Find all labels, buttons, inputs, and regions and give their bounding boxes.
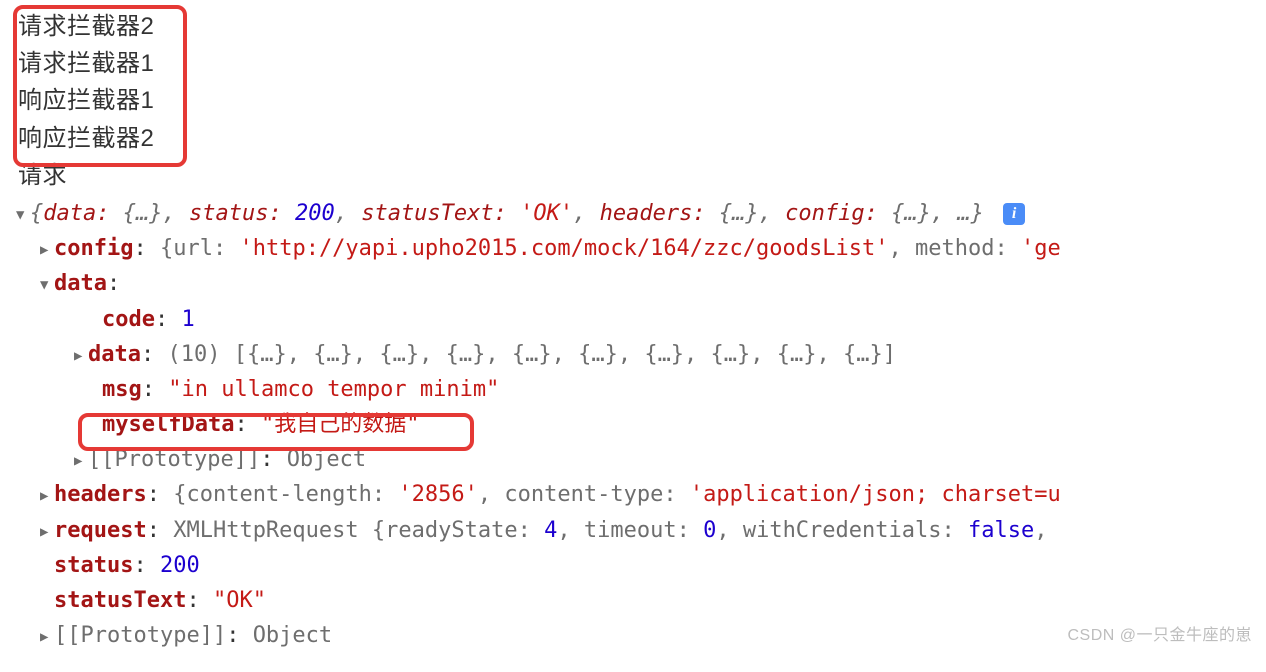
- data-row[interactable]: ▼data:: [16, 266, 1266, 301]
- msg-row[interactable]: msg: "in ullamco tempor minim": [16, 372, 1266, 407]
- chevron-down-icon[interactable]: ▼: [40, 274, 54, 296]
- chevron-right-icon[interactable]: ▶: [40, 626, 54, 648]
- chevron-right-icon[interactable]: ▶: [40, 521, 54, 543]
- prototype-row[interactable]: ▶[[Prototype]]: Object: [16, 442, 1266, 477]
- info-icon[interactable]: i: [1003, 203, 1025, 225]
- log-line: 请求拦截器2: [18, 8, 1266, 45]
- console-log-list: 请求拦截器2 请求拦截器1 响应拦截器1 响应拦截器2 请求: [0, 0, 1266, 194]
- config-row[interactable]: ▶config: {url: 'http://yapi.upho2015.com…: [16, 231, 1266, 266]
- object-summary-row[interactable]: ▼{data: {…}, status: 200, statusText: 'O…: [16, 196, 1266, 231]
- statustext-row[interactable]: statusText: "OK": [16, 583, 1266, 618]
- watermark: CSDN @一只金牛座的崽: [1067, 621, 1252, 645]
- chevron-right-icon[interactable]: ▶: [74, 450, 88, 472]
- code-row[interactable]: code: 1: [16, 302, 1266, 337]
- chevron-right-icon[interactable]: ▶: [74, 345, 88, 367]
- chevron-right-icon[interactable]: ▶: [40, 239, 54, 261]
- log-line: 响应拦截器2: [18, 120, 1266, 157]
- status-row[interactable]: status: 200: [16, 548, 1266, 583]
- headers-row[interactable]: ▶headers: {content-length: '2856', conte…: [16, 477, 1266, 512]
- log-line: 响应拦截器1: [18, 82, 1266, 119]
- log-line: 请求: [18, 157, 1266, 194]
- chevron-right-icon[interactable]: ▶: [40, 485, 54, 507]
- request-row[interactable]: ▶request: XMLHttpRequest {readyState: 4,…: [16, 513, 1266, 548]
- chevron-down-icon[interactable]: ▼: [16, 204, 30, 226]
- object-inspector: ▼{data: {…}, status: 200, statusText: 'O…: [0, 194, 1266, 653]
- inner-data-row[interactable]: ▶data: (10) [{…}, {…}, {…}, {…}, {…}, {……: [16, 337, 1266, 372]
- myselfdata-row[interactable]: myselfData: "我自己的数据": [16, 407, 1266, 442]
- log-line: 请求拦截器1: [18, 45, 1266, 82]
